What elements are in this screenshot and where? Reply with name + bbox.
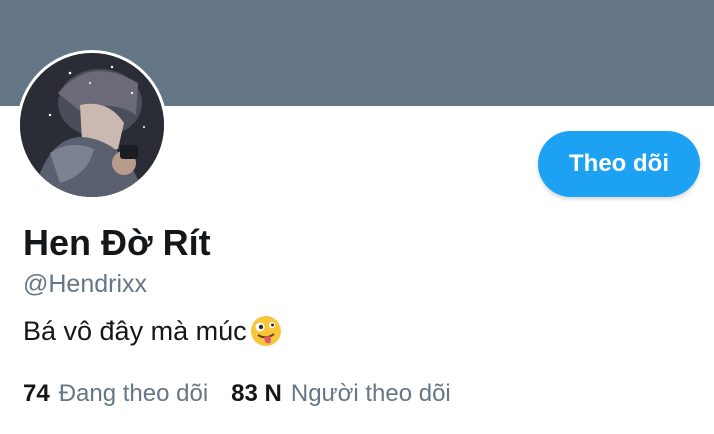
profile-bio: Bá vô đây mà múc bbox=[23, 314, 283, 348]
following-stat[interactable]: 74 Đang theo dõi bbox=[23, 380, 208, 408]
profile-handle: @Hendrixx bbox=[23, 270, 148, 298]
followers-label: Người theo dõi bbox=[290, 380, 451, 407]
following-label: Đang theo dõi bbox=[58, 380, 209, 407]
followers-stat[interactable]: 83 N Người theo dõi bbox=[231, 380, 451, 408]
bio-text: Bá vô đây mà múc bbox=[23, 315, 247, 346]
avatar-photo bbox=[20, 53, 164, 197]
profile-name: Hen Đờ Rít bbox=[23, 222, 211, 263]
zany-face-icon bbox=[249, 314, 283, 348]
avatar-illustration bbox=[20, 53, 164, 197]
follow-button[interactable]: Theo dõi bbox=[538, 131, 700, 197]
profile-stats: 74 Đang theo dõi 83 N Người theo dõi bbox=[23, 380, 474, 408]
avatar[interactable] bbox=[17, 50, 167, 200]
followers-count: 83 N bbox=[231, 380, 282, 407]
following-count: 74 bbox=[23, 380, 50, 407]
